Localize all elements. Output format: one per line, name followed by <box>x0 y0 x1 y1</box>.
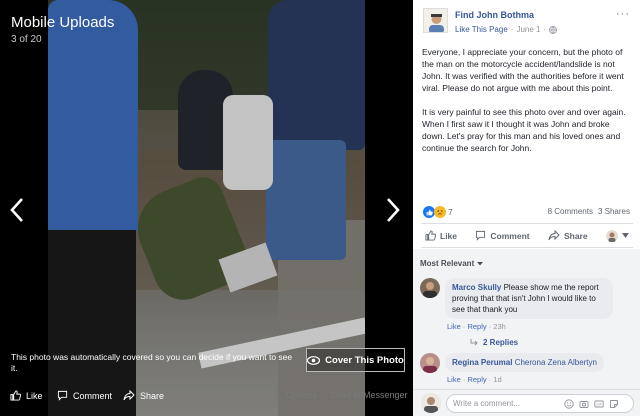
send-in-messenger-label: Send in Messenger <box>330 390 408 400</box>
post-as-selector[interactable] <box>605 229 629 242</box>
comment-text[interactable]: Cherona Zena Albertyn <box>515 358 597 367</box>
chevron-left-icon <box>10 198 23 222</box>
cover-photo-button[interactable]: Cover This Photo <box>306 348 405 372</box>
replies-count: 2 Replies <box>483 338 519 347</box>
sticker-icon[interactable] <box>609 399 619 409</box>
thumbs-up-icon <box>10 390 21 401</box>
reaction-summary[interactable]: 7 <box>423 206 453 218</box>
share-button[interactable]: Share <box>548 230 588 241</box>
covered-photo-notice: This photo was automatically covered so … <box>11 352 293 373</box>
camera-icon[interactable] <box>579 399 589 409</box>
comment-label: Comment <box>490 230 530 241</box>
sad-reaction-icon <box>434 206 446 218</box>
previous-photo-button[interactable] <box>7 196 29 224</box>
comment-composer: GIF <box>413 389 640 416</box>
viewer-comment-button[interactable]: Comment <box>57 390 112 401</box>
comment-icon <box>476 230 486 241</box>
comment-meta: Like · Reply · 1d <box>447 375 502 384</box>
next-photo-button[interactable] <box>381 196 403 224</box>
comment-reply-link[interactable]: Reply <box>467 375 486 384</box>
comment-sort-dropdown[interactable]: Most Relevant <box>420 259 484 268</box>
globe-icon <box>549 25 557 34</box>
like-page-link[interactable]: Like This Page <box>455 25 508 34</box>
post-text: Everyone, I appreciate your concern, but… <box>422 46 634 166</box>
more-options-button[interactable]: ··· <box>616 8 630 20</box>
viewer-share-button[interactable]: Share <box>123 390 164 401</box>
engagement-counts: 8 Comments 3 Shares <box>548 207 630 216</box>
commenter-avatar[interactable] <box>420 278 440 298</box>
page-avatar[interactable] <box>423 8 448 33</box>
send-in-messenger-button[interactable]: Send in Messenger <box>330 390 408 400</box>
reaction-count: 7 <box>448 207 453 217</box>
comment-age[interactable]: 1d <box>493 375 501 384</box>
meta-separator: · <box>543 25 547 34</box>
photo-position: 3 of 20 <box>11 34 42 45</box>
reply-arrow-icon <box>470 339 478 346</box>
page-name[interactable]: Find John Bothma <box>455 10 534 20</box>
viewer-like-button[interactable]: Like <box>10 390 43 401</box>
page-profile-picture <box>424 9 447 32</box>
post-paragraph: It is very painful to see this photo ove… <box>422 107 626 153</box>
profile-avatar-icon <box>605 229 618 242</box>
share-icon <box>548 230 560 241</box>
post-action-bar: Like Comment Share <box>421 223 633 248</box>
current-user-avatar <box>421 393 441 413</box>
like-button[interactable]: Like <box>425 230 457 241</box>
gif-icon[interactable]: GIF <box>594 399 604 409</box>
share-label: Share <box>563 230 588 241</box>
caret-down-icon <box>621 233 629 238</box>
photo-viewer: Mobile Uploads 3 of 20 This photo was au… <box>0 0 413 416</box>
comment-bubble: Marco Skully Please show me the report p… <box>445 278 613 319</box>
svg-text:GIF: GIF <box>596 403 602 407</box>
viewer-like-label: Like <box>26 390 43 401</box>
emoji-icon[interactable] <box>564 399 574 409</box>
comment-button[interactable]: Comment <box>475 230 530 241</box>
comment-like-link[interactable]: Like <box>447 375 461 384</box>
comment-like-link[interactable]: Like <box>447 322 461 331</box>
post-sidebar: Find John Bothma Like This Page · June 1… <box>413 0 640 416</box>
comments-section: Most Relevant Marco Skully Please show m… <box>413 249 640 389</box>
options-button[interactable]: Options <box>286 390 317 400</box>
shares-count-link[interactable]: 3 Shares <box>598 207 630 216</box>
comment-item: Regina Perumal Cherona Zena Albertyn Lik… <box>420 353 604 384</box>
commenter-avatar[interactable] <box>420 353 440 373</box>
comment-bubble: Regina Perumal Cherona Zena Albertyn <box>445 353 604 372</box>
comment-age[interactable]: 23h <box>493 322 506 331</box>
viewer-action-bar: Like Comment Share Options Send in Messe… <box>0 386 413 410</box>
comment-icon <box>57 390 68 401</box>
comments-count-link[interactable]: 8 Comments <box>548 207 593 216</box>
post-paragraph: Everyone, I appreciate your concern, but… <box>422 47 624 93</box>
comment-author[interactable]: Regina Perumal <box>452 358 512 367</box>
post-date[interactable]: June 1 <box>516 25 540 34</box>
comment-author[interactable]: Marco Skully <box>452 283 501 292</box>
caret-down-icon <box>477 262 484 266</box>
options-label: Options <box>286 390 318 400</box>
comment-sort-label: Most Relevant <box>420 259 475 268</box>
composer-icons: GIF <box>564 399 619 409</box>
meta-separator: · <box>510 25 514 34</box>
viewer-share-label: Share <box>140 390 165 401</box>
comment-meta: Like · Reply · 23h <box>447 322 506 331</box>
share-icon <box>123 390 135 401</box>
thumbs-up-icon <box>425 230 436 241</box>
view-replies-link[interactable]: 2 Replies <box>470 338 518 347</box>
cover-photo-label: Cover This Photo <box>325 354 404 366</box>
post-meta: Like This Page · June 1 · <box>455 25 557 34</box>
chevron-right-icon <box>387 198 400 222</box>
comment-reply-link[interactable]: Reply <box>467 322 486 331</box>
eye-icon <box>307 355 321 365</box>
album-title[interactable]: Mobile Uploads <box>11 14 114 31</box>
like-label: Like <box>440 230 458 241</box>
viewer-comment-label: Comment <box>73 390 113 401</box>
comment-item: Marco Skully Please show me the report p… <box>420 278 613 331</box>
